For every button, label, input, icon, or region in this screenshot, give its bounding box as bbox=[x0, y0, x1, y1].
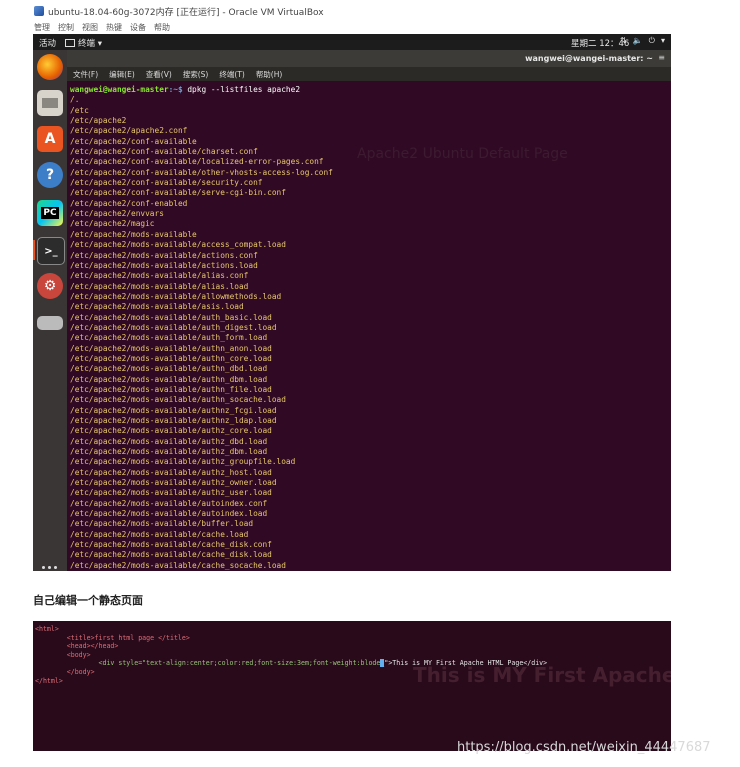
system-tray[interactable]: ⇅ 🔈 ⏻ ▾ bbox=[620, 36, 665, 46]
code-line-4: <body> bbox=[35, 650, 91, 659]
dock: A ? PC >_ ⚙ bbox=[33, 50, 67, 571]
vbox-title-bar: ubuntu-18.04-60g-3072内存 [正在运行] - Oracle … bbox=[34, 4, 324, 18]
prompt-user: wangwei@wangei-master bbox=[70, 85, 169, 94]
terminal-icon[interactable]: >_ bbox=[37, 237, 65, 265]
prompt-path: :~$ bbox=[168, 85, 188, 94]
editor-window[interactable]: This is MY First Apache HTML <html> <tit… bbox=[33, 621, 671, 751]
ubuntu-top-bar: 活动 终端 ▾ 星期二 12：46 ⇅ 🔈 ⏻ ▾ bbox=[33, 34, 671, 50]
vbox-menu-help[interactable]: 帮助 bbox=[154, 22, 170, 33]
watermark: https://blog.csdn.net/weixin_44447687 bbox=[457, 740, 711, 755]
power-icon: ⏻ bbox=[648, 36, 655, 45]
files-icon[interactable] bbox=[37, 90, 63, 116]
vbox-title: ubuntu-18.04-60g-3072内存 [正在运行] - Oracle … bbox=[48, 7, 324, 18]
menu-help[interactable]: 帮助(H) bbox=[254, 69, 285, 80]
vm-screen: 活动 终端 ▾ 星期二 12：46 ⇅ 🔈 ⏻ ▾ A ? PC >_ ⚙ wa… bbox=[33, 34, 671, 571]
network-icon: ⇅ bbox=[619, 36, 627, 45]
dock-active-indicator bbox=[33, 240, 35, 260]
virtualbox-icon bbox=[34, 6, 44, 16]
software-icon[interactable]: A bbox=[37, 126, 63, 152]
volume-icon: 🔈 bbox=[632, 36, 643, 45]
pycharm-icon[interactable]: PC bbox=[37, 200, 63, 226]
terminal-output[interactable]: wangwei@wangei-master:~$ dpkg --listfile… bbox=[70, 85, 670, 571]
menu-search[interactable]: 搜索(S) bbox=[181, 69, 211, 80]
menu-view[interactable]: 查看(V) bbox=[144, 69, 174, 80]
keyboard-icon[interactable] bbox=[37, 316, 63, 330]
window-menu-icon[interactable]: ≡ bbox=[658, 53, 665, 62]
section-caption: 自己编辑一个静态页面 bbox=[33, 594, 143, 607]
vbox-menu-view[interactable]: 视图 bbox=[82, 22, 98, 33]
terminal-menubar: 文件(F) 编辑(E) 查看(V) 搜索(S) 终端(T) 帮助(H) bbox=[67, 67, 671, 81]
terminal-titlebar: wangwei@wangei-master: ~ ≡ bbox=[67, 50, 671, 67]
help-icon[interactable]: ? bbox=[37, 162, 63, 188]
chevron-down-icon: ▾ bbox=[660, 36, 665, 45]
firefox-icon[interactable] bbox=[37, 54, 63, 80]
code-line-2: <title>first html page </title> bbox=[35, 633, 190, 642]
prompt-command: dpkg --listfiles apache2 bbox=[187, 85, 301, 94]
terminal-window: wangwei@wangei-master: ~ ≡ 文件(F) 编辑(E) 查… bbox=[67, 50, 671, 571]
code-line-7: </html> bbox=[35, 676, 63, 685]
code-line-3: <head></head> bbox=[35, 642, 119, 651]
terminal-mini-icon bbox=[65, 39, 75, 47]
menu-edit[interactable]: 编辑(E) bbox=[107, 69, 137, 80]
app-menu-label: 终端 ▾ bbox=[78, 39, 102, 49]
app-menu[interactable]: 终端 ▾ bbox=[65, 37, 102, 49]
code-line-1: <html> bbox=[35, 625, 59, 633]
menu-file[interactable]: 文件(F) bbox=[71, 69, 100, 80]
command-output: /. /etc /etc/apache2 /etc/apache2/apache… bbox=[70, 95, 333, 570]
code-line-5-rest: ">This is MY First Apache HTML Page</div… bbox=[384, 659, 548, 668]
code-line-6: </body> bbox=[35, 667, 95, 676]
show-applications-icon[interactable] bbox=[42, 566, 58, 571]
editor-code: <html> <title>first html page </title> <… bbox=[35, 625, 547, 685]
vbox-menubar: 管理 控制 视图 热键 设备 帮助 bbox=[34, 22, 170, 33]
vbox-menu-manage[interactable]: 管理 bbox=[34, 22, 50, 33]
settings-icon[interactable]: ⚙ bbox=[37, 273, 63, 299]
menu-terminal[interactable]: 终端(T) bbox=[217, 69, 246, 80]
code-line-5: <div style="text-align:center;color:red;… bbox=[35, 659, 381, 668]
terminal-title: wangwei@wangei-master: ~ bbox=[525, 54, 653, 63]
activities-button[interactable]: 活动 bbox=[39, 37, 56, 49]
vbox-menu-control[interactable]: 控制 bbox=[58, 22, 74, 33]
vbox-menu-devices[interactable]: 设备 bbox=[130, 22, 146, 33]
vbox-menu-hotkeys[interactable]: 热键 bbox=[106, 22, 122, 33]
